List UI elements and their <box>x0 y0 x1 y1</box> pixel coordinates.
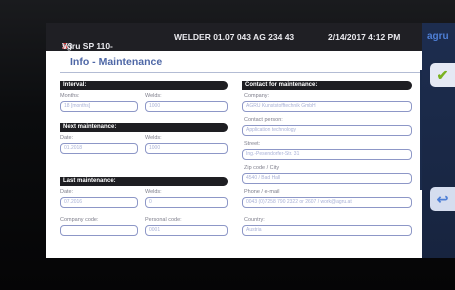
zip-city-label: Zip code / City <box>244 165 280 171</box>
contact-person-field[interactable]: Application technology <box>242 125 412 136</box>
last-date-field[interactable]: 07.2016 <box>60 197 138 208</box>
welder-id: WELDER 01.07 043 AG 234 43 <box>174 32 295 42</box>
next-date-field[interactable]: 01.2018 <box>60 143 138 154</box>
phone-email-label: Phone / e-mail <box>244 189 280 195</box>
interval-months-field[interactable]: 18 [months] <box>60 101 138 112</box>
next-welds-field[interactable]: 1000 <box>145 143 228 154</box>
company-code-field[interactable] <box>60 225 138 236</box>
contact-person-label: Contact person: <box>244 117 283 123</box>
interval-welds-label: Welds: <box>145 93 162 99</box>
side-control-panel: agru ✔ ↩ <box>422 23 455 258</box>
last-welds-field[interactable]: 0 <box>145 197 228 208</box>
last-maintenance-header: Last maintenance: <box>60 177 228 186</box>
screen: agru SP 110- S V3 WELDER 01.07 043 AG 234… <box>46 23 422 258</box>
country-field[interactable]: Austria <box>242 225 412 236</box>
phone-email-field[interactable]: 0043 (0)7258 790 2322 or 2607 / work@agr… <box>242 197 412 208</box>
next-welds-label: Welds: <box>145 135 162 141</box>
back-button[interactable]: ↩ <box>430 187 455 211</box>
last-welds-label: Welds: <box>145 189 162 195</box>
next-maintenance-header: Next maintenance: <box>60 123 228 132</box>
date-time: 2/14/2017 4:12 PM <box>328 32 401 42</box>
back-arrow-icon: ↩ <box>436 190 449 207</box>
interval-months-label: Months: <box>60 93 80 99</box>
maintenance-panel: Info - Maintenance Interval: Months: 18 … <box>46 51 422 258</box>
last-date-label: Date: <box>60 189 74 195</box>
country-label: Country: <box>244 217 265 223</box>
next-date-label: Date: <box>60 135 74 141</box>
title-divider <box>60 72 420 73</box>
zip-city-field[interactable]: 4540 / Bad Hall <box>242 173 412 184</box>
company-label: Company: <box>244 93 270 99</box>
company-field[interactable]: AGRU Kunststofftechnik GmbH <box>242 101 412 112</box>
personal-code-field[interactable]: 0001 <box>145 225 228 236</box>
page-title: Info - Maintenance <box>70 56 163 68</box>
company-code-label: Company code: <box>60 217 99 223</box>
street-label: Street: <box>244 141 261 147</box>
contact-header: Contact for maintenance: <box>242 81 412 90</box>
street-field[interactable]: Ing.-Pesendorfer-Str. 31 <box>242 149 412 160</box>
brand-logo: agru <box>427 31 449 42</box>
interval-header: Interval: <box>60 81 228 90</box>
interval-welds-field[interactable]: 1000 <box>145 101 228 112</box>
status-bar: agru SP 110- S V3 WELDER 01.07 043 AG 234… <box>46 23 422 51</box>
confirm-button[interactable]: ✔ <box>430 63 455 87</box>
personal-code-label: Personal code: <box>145 217 182 223</box>
checkmark-icon: ✔ <box>436 66 449 83</box>
